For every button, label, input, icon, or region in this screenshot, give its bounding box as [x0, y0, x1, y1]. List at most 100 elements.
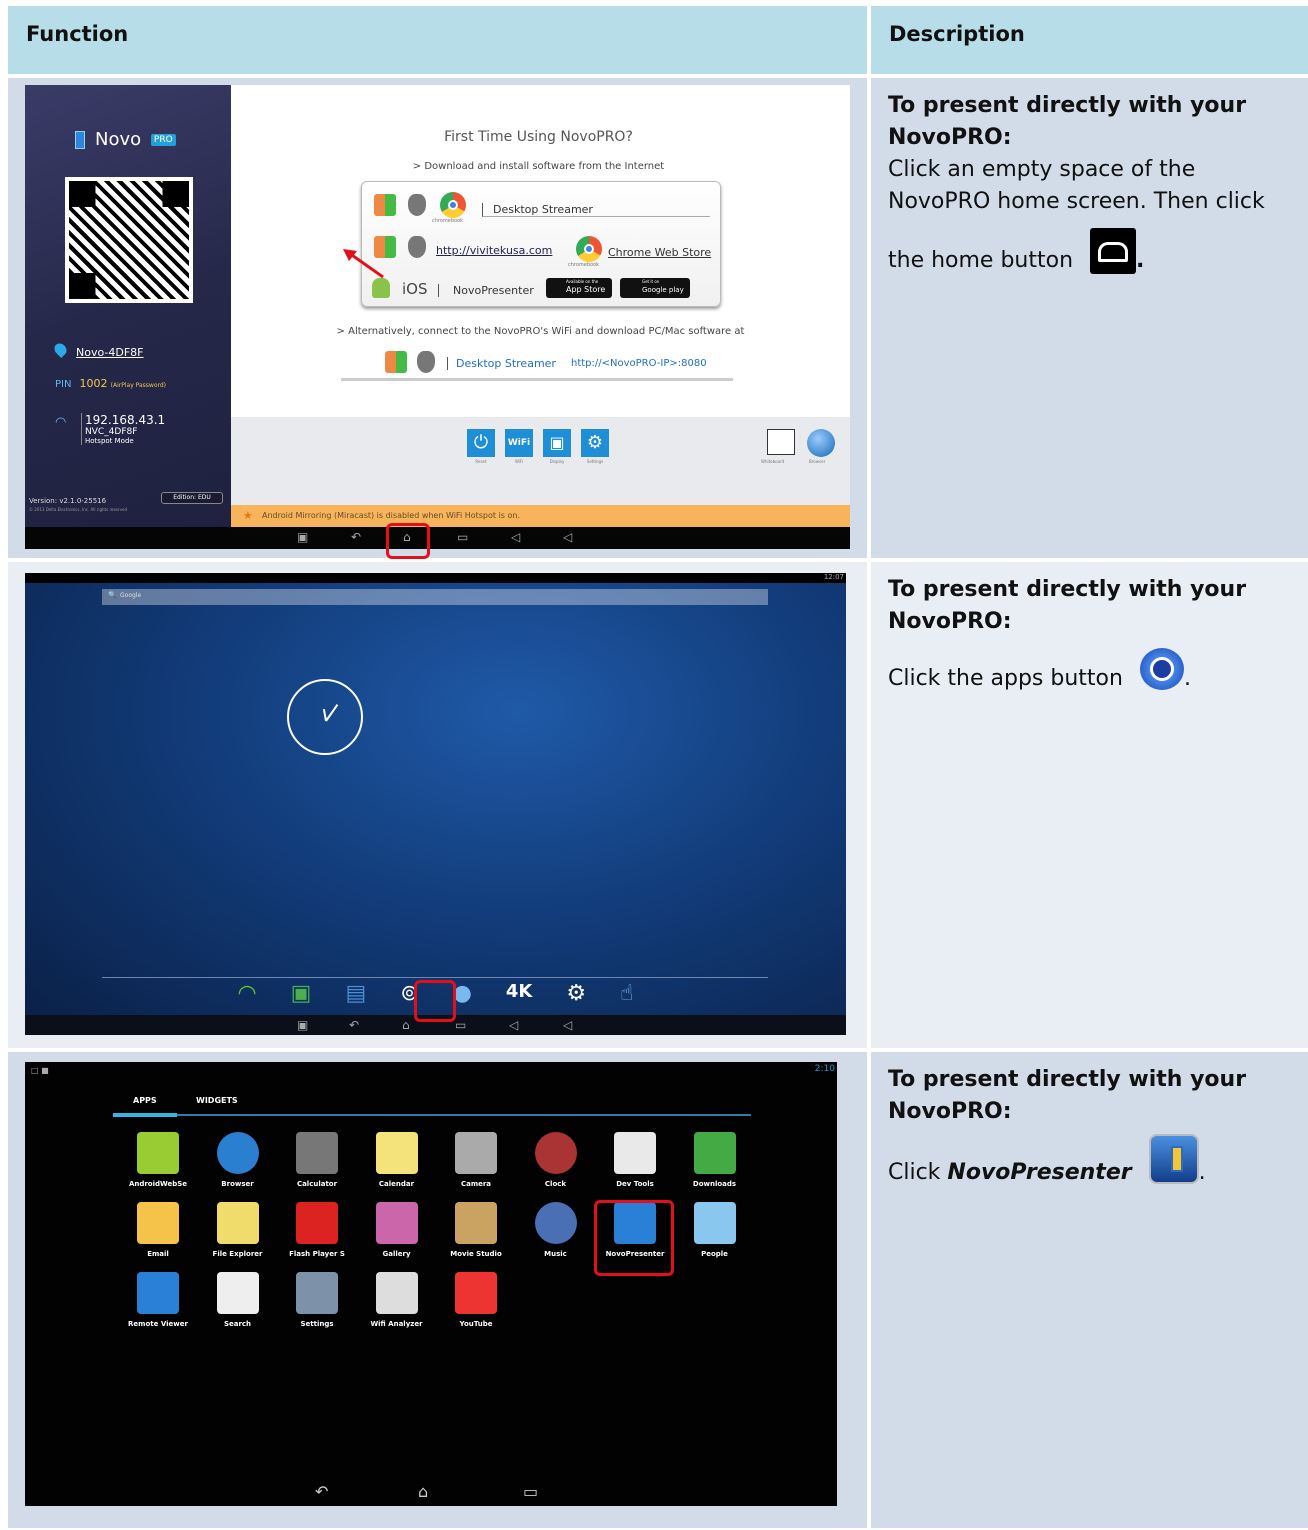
volume-down-icon[interactable]: ◁: [509, 1018, 518, 1032]
android-icon: [372, 278, 390, 298]
file-manager-icon[interactable]: ▤: [345, 981, 366, 1006]
status-time: 2:10: [814, 1064, 835, 1074]
setup-instructions: First Time Using NovoPRO? > Download and…: [231, 85, 850, 417]
step-text: NovoPRO home screen. Then click: [888, 189, 1265, 214]
app-icon-calculator[interactable]: [296, 1132, 338, 1174]
app-label: Camera: [460, 1180, 492, 1188]
app-icon-search[interactable]: [216, 1272, 259, 1314]
download-box: chromebook Desktop Streamer http://vivit…: [361, 181, 721, 307]
back-icon[interactable]: ↶: [349, 1018, 359, 1032]
local-download-bar: Desktop Streamer http://<NovoPRO-IP>:808…: [341, 347, 733, 381]
setup-sub2: > Alternatively, connect to the NovoPRO'…: [336, 326, 745, 337]
tile-label-settings: Settings: [586, 459, 604, 464]
app-icon-calendar[interactable]: [375, 1132, 418, 1174]
volume-up-icon[interactable]: ◁: [563, 530, 572, 544]
volume-down-icon[interactable]: ◁: [511, 530, 520, 544]
app-name: NovoPresenter: [947, 1160, 1132, 1185]
step-text: Click: [888, 1160, 941, 1185]
wifi-analyzer-icon[interactable]: ◠: [237, 981, 256, 1006]
back-icon[interactable]: ↶: [351, 530, 361, 544]
version: Version: v2.1.0-25516: [29, 497, 107, 505]
whiteboard-icon[interactable]: [767, 429, 795, 455]
red-arrow-icon: [343, 249, 384, 279]
google-search-bar[interactable]: 🔍 Google: [102, 589, 768, 605]
clock-widget[interactable]: [287, 679, 363, 755]
function-header: Function: [8, 6, 867, 74]
pin-label: PIN: [55, 379, 72, 390]
notification-icons: □ ■: [31, 1066, 49, 1075]
tile-label-wifi: WiFi: [514, 459, 524, 464]
app-icon-dev-tools[interactable]: [614, 1132, 656, 1174]
remote-icon[interactable]: ☝: [620, 981, 633, 1006]
chrome-web-store-link[interactable]: Chrome Web Store: [608, 246, 711, 259]
ssid: NVC_4DF8F: [85, 427, 138, 437]
app-icon-flash-player-s[interactable]: [296, 1202, 338, 1244]
recent-apps-icon[interactable]: ▭: [523, 1482, 538, 1501]
app-icon-youtube[interactable]: [455, 1272, 497, 1314]
app-store-badge[interactable]: Available on the App Store: [546, 278, 612, 298]
back-icon[interactable]: ↶: [315, 1482, 328, 1501]
windows-icon: [385, 351, 407, 373]
display-tile-icon[interactable]: ▣: [543, 429, 571, 457]
settings-tile-icon[interactable]: ⚙: [581, 429, 609, 457]
settings-gear-icon[interactable]: ⚙: [566, 981, 586, 1006]
app-label: Clock: [544, 1180, 567, 1188]
app-icon-email[interactable]: [137, 1202, 179, 1244]
desktop-streamer-local[interactable]: Desktop Streamer: [447, 357, 556, 370]
app-icon-downloads[interactable]: [693, 1132, 736, 1174]
step-text: the home button: [888, 248, 1074, 273]
android-nav-bar: ▣ ↶ ⌂ ▭ ◁ ◁: [25, 527, 850, 549]
row-1-function-cell: Novo PRO Novo-4DF8F PIN 1002 (AirPlay Pas…: [8, 78, 867, 559]
home-button-icon: [1090, 228, 1137, 274]
screenshot-icon[interactable]: ▣: [297, 1018, 308, 1032]
step-title: To present directly with your NovoPRO:: [888, 1067, 1247, 1124]
vivitek-url[interactable]: http://vivitekusa.com: [436, 244, 552, 257]
step-end: .: [1198, 1160, 1206, 1185]
google-play-badge[interactable]: Get it on Google play: [620, 278, 690, 298]
recent-apps-icon[interactable]: ▭: [455, 1018, 466, 1032]
step-text: Click an empty space of the: [888, 157, 1196, 182]
qr-code: [65, 177, 193, 303]
status-bar: 12:07: [25, 573, 846, 583]
tab-widgets[interactable]: WIDGETS: [196, 1096, 238, 1105]
pin-note: (AirPlay Password): [110, 382, 167, 389]
home-icon[interactable]: ⌂: [402, 1018, 410, 1032]
home-icon[interactable]: ⌂: [418, 1482, 428, 1501]
apple-icon: [408, 236, 426, 258]
apps-button-highlight: [414, 980, 456, 1022]
green-app-icon[interactable]: ▣: [291, 981, 312, 1006]
chrome-icon: [576, 236, 602, 262]
app-icon-file-explorer[interactable]: [216, 1202, 259, 1244]
app-icon-gallery[interactable]: [375, 1202, 418, 1244]
app-icon-music[interactable]: [534, 1202, 577, 1244]
app-icon-wifi-analyzer[interactable]: [375, 1272, 418, 1314]
star-icon: ★: [243, 509, 253, 522]
recent-apps-icon[interactable]: ▭: [457, 530, 468, 544]
browser-globe-icon[interactable]: [807, 429, 835, 457]
desktop-streamer-link[interactable]: Desktop Streamer: [482, 203, 710, 217]
notice-bar: ★ Android Mirroring (Miracast) is disabl…: [231, 505, 850, 527]
wifi-tile-icon[interactable]: WiFi: [505, 429, 533, 457]
volume-up-icon[interactable]: ◁: [563, 1018, 572, 1032]
app-icon-clock[interactable]: [534, 1132, 577, 1174]
app-icon-androidwebse[interactable]: [137, 1132, 179, 1174]
local-ip-url[interactable]: http://<NovoPRO-IP>:8080: [571, 358, 707, 369]
novo-logo-icon: [75, 131, 85, 149]
novopresenter-label: NovoPresenter: [438, 284, 534, 297]
notice-text: Android Mirroring (Miracast) is disabled…: [262, 511, 521, 520]
app-icon-people[interactable]: [693, 1202, 736, 1244]
screenshot-icon[interactable]: ▣: [297, 530, 308, 544]
edition-badge: Edition: EDU: [161, 492, 223, 504]
novopresenter-highlight: [594, 1200, 674, 1276]
app-icon-camera[interactable]: [455, 1132, 497, 1174]
app-icon-remote-viewer[interactable]: [137, 1272, 179, 1314]
app-icon-settings[interactable]: [296, 1272, 338, 1314]
wifi-icon: ◠: [55, 415, 67, 430]
app-icon-browser[interactable]: [216, 1132, 259, 1174]
app-icon-movie-studio[interactable]: [455, 1202, 497, 1244]
setup-title: First Time Using NovoPRO?: [444, 129, 633, 145]
reset-tile-icon[interactable]: ⏻: [467, 429, 495, 457]
app-label: Calculator: [296, 1180, 338, 1188]
tab-apps[interactable]: APPS: [133, 1096, 157, 1105]
4k-icon[interactable]: 4K: [506, 981, 532, 1006]
